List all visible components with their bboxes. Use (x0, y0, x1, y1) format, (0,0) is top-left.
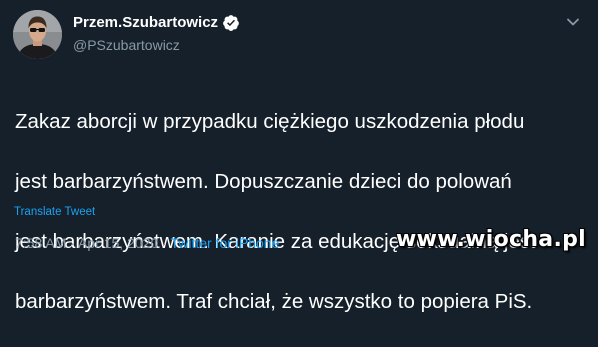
meta-separator: · (162, 235, 167, 251)
avatar[interactable] (13, 10, 62, 59)
avatar-image (13, 10, 62, 59)
author-name-row[interactable]: Przem.Szubartowicz (73, 14, 240, 32)
tweet-text-line: Zakaz aborcji w przypadku ciężkiego uszk… (15, 110, 525, 133)
tweet-source-link[interactable]: Twitter for iPhone (170, 235, 279, 251)
tweet-card: Przem.Szubartowicz @PSzubartowicz Zakaz … (0, 0, 598, 313)
tweet-text-line: jest barbarzyństwem. Dopuszczanie dzieci… (15, 170, 512, 193)
author-display-name[interactable]: Przem.Szubartowicz (73, 14, 218, 32)
tweet-text: Zakaz aborcji w przypadku ciężkiego uszk… (15, 77, 590, 347)
tweet-text-line: barbarzyństwem. Traf chciał, że wszystko… (15, 290, 533, 313)
tweet-meta: 7:58 AM · Apr 15, 2020 · Twitter for iPh… (15, 234, 279, 252)
meta-separator: · (70, 235, 75, 251)
chevron-down-icon[interactable] (565, 14, 581, 30)
translate-tweet-link[interactable]: Translate Tweet (14, 205, 95, 219)
tweet-time[interactable]: 7:58 AM (15, 235, 66, 251)
watermark: www.wiocha.pl (396, 227, 586, 252)
verified-badge-icon (222, 14, 240, 32)
tweet-date[interactable]: Apr 15, 2020 (78, 235, 158, 251)
author-handle[interactable]: @PSzubartowicz (73, 36, 180, 54)
